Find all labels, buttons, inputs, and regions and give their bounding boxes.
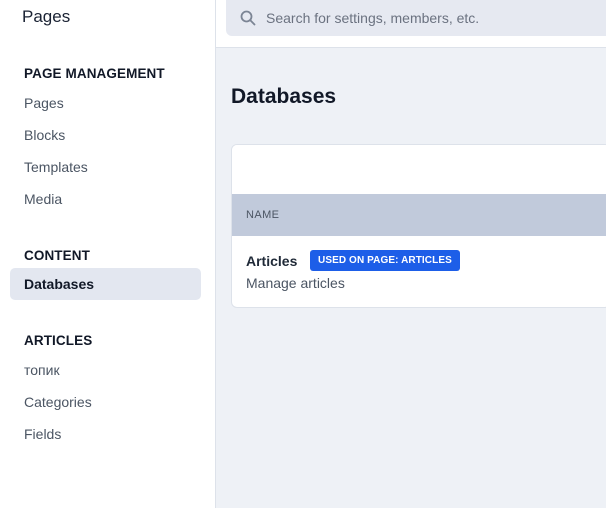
search-box[interactable] (226, 0, 606, 36)
sidebar-item-topic[interactable]: топик (10, 354, 201, 386)
sidebar: Pages PAGE MANAGEMENT Pages Blocks Templ… (0, 0, 216, 508)
databases-table: NAME Articles USED ON PAGE: ARTICLES Man… (231, 144, 606, 308)
section-heading-articles: ARTICLES (24, 333, 93, 348)
sidebar-item-pages[interactable]: Pages (10, 87, 201, 119)
sidebar-title: Pages (22, 7, 71, 26)
row-description: Manage articles (246, 275, 345, 291)
section-heading-content: CONTENT (24, 248, 90, 263)
search-input[interactable] (266, 0, 606, 36)
row-name[interactable]: Articles (246, 253, 297, 269)
column-header-name[interactable]: NAME (246, 209, 279, 221)
page-title: Databases (231, 85, 337, 108)
sidebar-item-media[interactable]: Media (10, 183, 201, 215)
sidebar-item-databases[interactable]: Databases (10, 268, 201, 300)
table-header: NAME (232, 194, 606, 236)
sidebar-item-templates[interactable]: Templates (10, 151, 201, 183)
section-heading-page-management: PAGE MANAGEMENT (24, 66, 165, 81)
status-badge: USED ON PAGE: ARTICLES (310, 250, 460, 271)
sidebar-item-fields[interactable]: Fields (10, 418, 201, 450)
sidebar-item-categories[interactable]: Categories (10, 386, 201, 418)
table-toolbar (232, 145, 606, 194)
sidebar-item-blocks[interactable]: Blocks (10, 119, 201, 151)
top-bar (216, 0, 606, 48)
table-row[interactable]: Articles USED ON PAGE: ARTICLES Manage a… (232, 236, 606, 307)
search-icon (240, 10, 256, 26)
